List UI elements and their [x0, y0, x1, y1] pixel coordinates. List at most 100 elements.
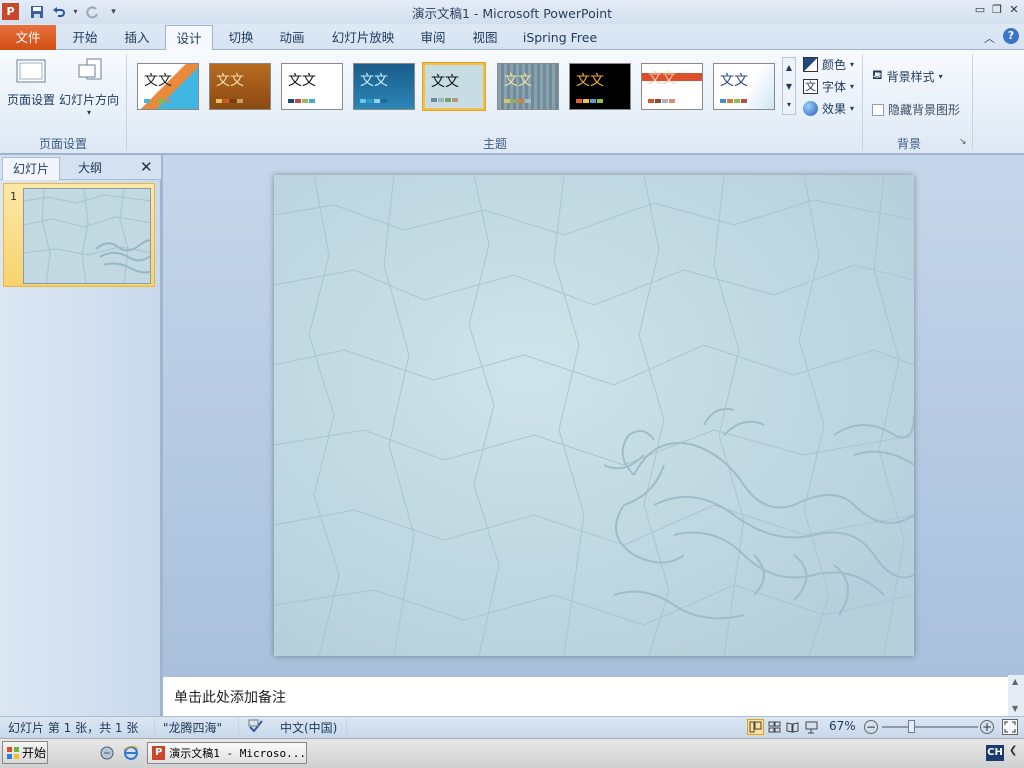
zoom-slider-track[interactable]: [882, 726, 978, 728]
group-divider: [972, 54, 973, 150]
tab-transitions[interactable]: 切换: [220, 25, 262, 50]
theme-thumbnail[interactable]: 文文: [641, 63, 703, 110]
thumbnail-crackle-pattern: [24, 189, 150, 283]
theme-thumbnail[interactable]: 文文: [281, 63, 343, 110]
chevron-down-icon: ▾: [850, 104, 855, 113]
slide-canvas[interactable]: [274, 175, 914, 656]
spell-check-icon[interactable]: [248, 719, 264, 736]
theme-colors-button[interactable]: 颜色 ▾: [803, 56, 854, 73]
slide-orientation-label: 幻灯片方向: [58, 93, 119, 107]
tab-slideshow[interactable]: 幻灯片放映: [325, 25, 401, 50]
slideshow-view-icon[interactable]: [804, 720, 819, 737]
tab-outline[interactable]: 大纲: [62, 157, 118, 180]
dialog-launcher-icon[interactable]: ↘: [959, 137, 967, 147]
tab-design[interactable]: 设计: [165, 25, 213, 51]
scroll-up-icon[interactable]: ▲: [1012, 677, 1018, 686]
input-method-indicator[interactable]: CH: [986, 745, 1004, 761]
fit-to-window-icon[interactable]: [1002, 719, 1018, 735]
slide-background-crackle-pattern: [274, 175, 914, 656]
theme-fonts-label: 字体: [822, 80, 847, 94]
zoom-slider-thumb[interactable]: [908, 720, 915, 733]
scroll-down-icon[interactable]: ▼: [783, 77, 795, 96]
zoom-in-icon[interactable]: +: [980, 720, 994, 734]
themes-gallery-scroll[interactable]: ▲ ▼ ▾: [782, 57, 796, 115]
taskbar-window-label: 演示文稿1 - Microso...: [169, 747, 306, 760]
internet-explorer-icon[interactable]: [123, 745, 139, 764]
chevron-down-icon: ▾: [938, 72, 943, 81]
theme-thumbnail[interactable]: 文文: [497, 63, 559, 110]
scroll-up-icon[interactable]: ▲: [783, 58, 795, 77]
slide-orientation-button[interactable]: 幻灯片方向 ▾: [58, 57, 120, 117]
windows-logo-icon: [7, 746, 19, 759]
color-palette-icon: [803, 57, 818, 72]
theme-thumbnail[interactable]: 文文: [353, 63, 415, 110]
page-setup-icon: [16, 59, 46, 83]
slide-count-status: 幻灯片 第 1 张，共 1 张: [8, 721, 139, 735]
close-window-icon[interactable]: ✕: [1006, 2, 1022, 18]
slide-number: 1: [10, 190, 17, 203]
restore-icon[interactable]: ❐: [989, 2, 1005, 18]
slide-sorter-view-icon[interactable]: [767, 720, 782, 737]
minimize-icon[interactable]: ▭: [972, 2, 988, 18]
reading-view-icon[interactable]: [785, 720, 800, 737]
chevron-down-icon: ▾: [850, 60, 855, 69]
theme-name-status[interactable]: "龙腾四海": [163, 719, 222, 736]
group-divider: [862, 54, 863, 150]
group-label-page-setup: 页面设置: [38, 137, 87, 151]
minimize-ribbon-icon[interactable]: ︿: [984, 30, 995, 46]
theme-thumbnail[interactable]: 文文: [569, 63, 631, 110]
page-setup-label: 页面设置: [6, 93, 55, 107]
theme-thumbnail-selected[interactable]: 文文: [423, 63, 485, 110]
tab-view[interactable]: 视图: [464, 25, 506, 50]
page-setup-button[interactable]: 页面设置: [4, 57, 58, 108]
hide-background-label: 隐藏背景图形: [888, 103, 961, 117]
chevron-down-icon: ▾: [86, 108, 91, 117]
start-label: 开始: [22, 746, 47, 760]
group-label-background: 背景: [896, 137, 921, 151]
zoom-out-icon[interactable]: −: [864, 720, 878, 734]
show-desktop-icon[interactable]: [99, 745, 115, 764]
close-pane-icon[interactable]: ✕: [140, 158, 153, 176]
group-divider: [126, 54, 127, 150]
status-divider: [346, 718, 347, 736]
tab-insert[interactable]: 插入: [116, 25, 158, 50]
help-icon[interactable]: ?: [1003, 28, 1019, 44]
group-label-themes: 主题: [482, 137, 507, 151]
tab-home[interactable]: 开始: [64, 25, 106, 50]
chevron-left-icon[interactable]: ❮: [1009, 745, 1017, 756]
hide-background-graphics-option[interactable]: 隐藏背景图形: [872, 101, 960, 118]
background-styles-label: 背景样式: [886, 70, 935, 84]
slide-orientation-icon: [78, 58, 102, 80]
powerpoint-icon: P: [152, 746, 166, 760]
notes-scrollbar[interactable]: ▲ ▼: [1008, 675, 1024, 716]
tab-ispring[interactable]: iSpring Free: [518, 25, 602, 50]
paint-bucket-icon: ⛾: [872, 68, 883, 83]
theme-thumbnail[interactable]: 文文: [713, 63, 775, 110]
chevron-down-icon: ▾: [850, 82, 855, 91]
window-title: 演示文稿1 - Microsoft PowerPoint: [411, 6, 613, 21]
normal-view-icon[interactable]: [747, 719, 764, 735]
tab-slides[interactable]: 幻灯片: [2, 157, 60, 180]
status-divider: [154, 718, 155, 736]
language-status[interactable]: 中文(中国): [280, 719, 337, 736]
theme-thumbnail[interactable]: 文文: [137, 63, 199, 110]
start-button[interactable]: 开始: [2, 741, 48, 764]
more-icon[interactable]: ▾: [783, 96, 795, 114]
theme-effects-button[interactable]: 效果 ▾: [803, 100, 854, 117]
hide-background-checkbox[interactable]: [872, 103, 884, 116]
theme-effects-label: 效果: [822, 102, 847, 116]
notes-placeholder: 单击此处添加备注: [174, 690, 286, 706]
taskbar-powerpoint-window[interactable]: P 演示文稿1 - Microso...: [147, 742, 307, 764]
effects-icon: [803, 101, 818, 116]
tab-file[interactable]: 文件: [0, 25, 56, 50]
font-icon: 文: [803, 79, 818, 94]
zoom-level[interactable]: 67%: [829, 719, 856, 733]
tab-review[interactable]: 审阅: [412, 25, 454, 50]
notes-pane[interactable]: 单击此处添加备注: [163, 675, 1008, 716]
tab-animations[interactable]: 动画: [271, 25, 313, 50]
scroll-down-icon[interactable]: ▼: [1012, 704, 1018, 713]
slide-thumbnail-image[interactable]: [23, 188, 151, 284]
theme-fonts-button[interactable]: 文 字体 ▾: [803, 78, 854, 95]
theme-thumbnail[interactable]: 文文: [209, 63, 271, 110]
background-styles-button[interactable]: ⛾ 背景样式 ▾: [872, 68, 943, 85]
